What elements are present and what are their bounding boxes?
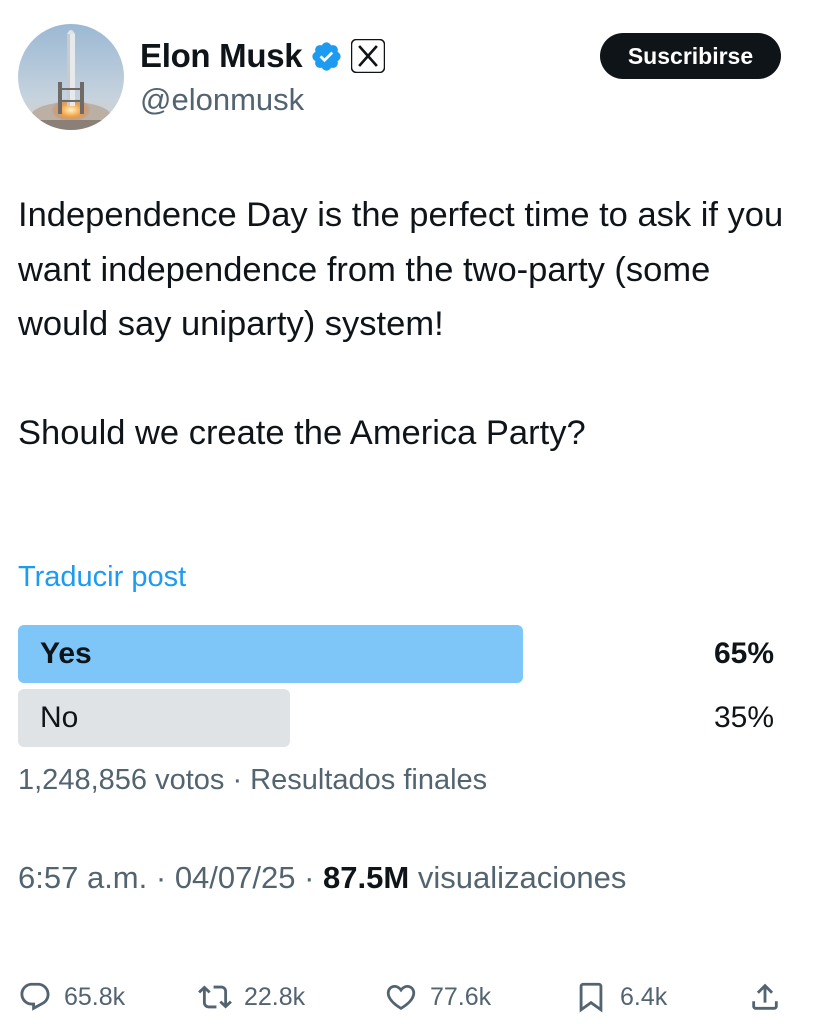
- like-count: 77.6k: [430, 982, 492, 1011]
- poll-option-yes: Yes 65%: [18, 625, 778, 683]
- poll-option-percent: 35%: [713, 701, 774, 734]
- like-button[interactable]: 77.6k: [384, 978, 491, 1016]
- subscribe-button[interactable]: Suscribirse: [600, 33, 781, 79]
- bookmark-count: 6.4k: [620, 982, 668, 1011]
- poll-option-percent: 65%: [713, 637, 774, 670]
- x-logo-icon: [351, 39, 386, 73]
- repost-icon: [198, 985, 232, 1009]
- post-time[interactable]: 6:57 a.m.: [18, 860, 147, 895]
- bookmark-icon: [579, 982, 603, 1013]
- poll-option-no: No 35%: [18, 689, 778, 747]
- heart-icon: [386, 984, 416, 1010]
- avatar-rocket-image: [18, 24, 124, 130]
- share-icon: [752, 983, 778, 1010]
- poll-status: Resultados finales: [250, 764, 488, 796]
- poll-votes-count: 1,248,856 votos: [18, 764, 225, 796]
- translate-post-link[interactable]: Traducir post: [18, 561, 186, 594]
- post-text: Independence Day is the perfect time to …: [18, 188, 798, 461]
- post-paragraph-2: Should we create the America Party?: [18, 414, 586, 452]
- post-paragraph-1: Independence Day is the perfect time to …: [18, 196, 784, 343]
- reply-icon: [20, 982, 50, 1011]
- avatar[interactable]: [18, 24, 124, 130]
- author-name-row: Elon Musk: [140, 34, 386, 78]
- reply-count: 65.8k: [64, 982, 126, 1011]
- post-date[interactable]: 04/07/25: [175, 860, 296, 895]
- separator-dot: ·: [295, 860, 324, 895]
- views-count: 87.5M: [323, 860, 410, 895]
- poll-summary: 1,248,856 votos · Resultados finales: [18, 764, 487, 797]
- bookmark-button[interactable]: 6.4k: [574, 978, 667, 1016]
- poll-bar-yes: [18, 625, 523, 683]
- author-display-name[interactable]: Elon Musk: [140, 37, 303, 75]
- post-meta: 6:57 a.m. · 04/07/25 · 87.5M visualizaci…: [18, 860, 626, 896]
- repost-count: 22.8k: [244, 982, 306, 1011]
- poll-option-label: No: [40, 701, 79, 734]
- verified-icon[interactable]: [310, 40, 343, 73]
- poll-option-label: Yes: [40, 637, 92, 670]
- reply-button[interactable]: 65.8k: [18, 978, 125, 1016]
- separator-dot: ·: [224, 764, 251, 796]
- views-label: visualizaciones: [417, 860, 627, 895]
- author-handle[interactable]: @elonmusk: [140, 82, 304, 118]
- repost-button[interactable]: 22.8k: [198, 978, 305, 1016]
- share-button[interactable]: [748, 978, 782, 1016]
- separator-dot: ·: [147, 860, 175, 895]
